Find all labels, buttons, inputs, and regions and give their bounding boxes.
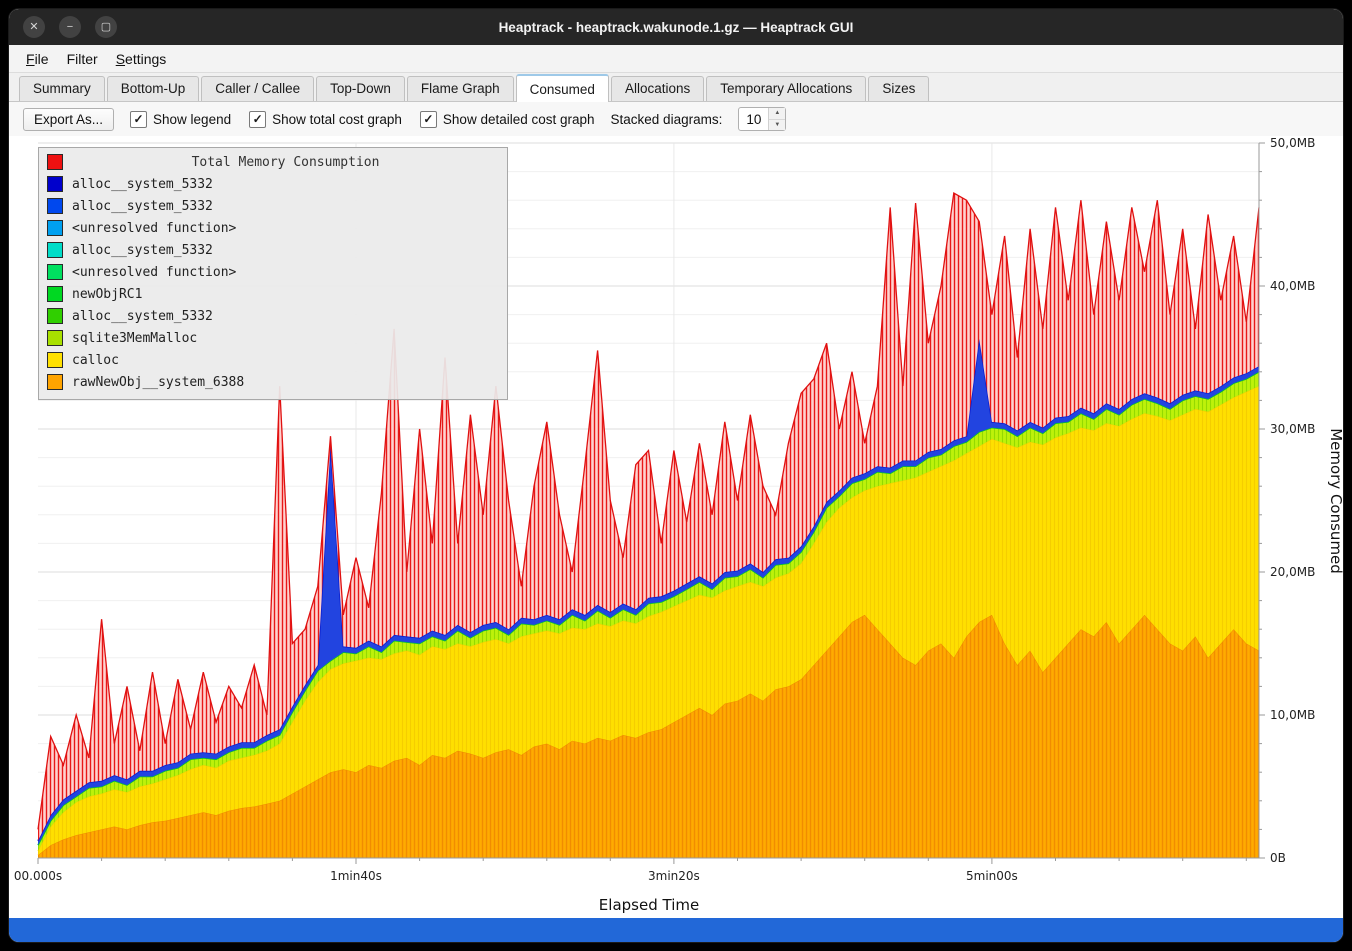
legend-swatch <box>47 176 63 192</box>
stacked-diagrams-spinbox[interactable]: 10 ▲ ▼ <box>738 107 786 131</box>
checkbox-label: Show total cost graph <box>272 112 402 127</box>
toolbar: Export As... ✓ Show legend ✓ Show total cos… <box>9 102 1343 136</box>
legend-item: calloc <box>47 349 499 371</box>
legend-label: alloc__system_5332 <box>72 177 213 192</box>
y-tick-label: 50,0MB <box>1270 136 1315 150</box>
export-as-button[interactable]: Export As... <box>23 108 114 131</box>
menu-file[interactable]: File <box>17 47 58 71</box>
legend-swatch <box>47 220 63 236</box>
checkbox-show-total-cost-graph[interactable]: ✓ Show total cost graph <box>249 111 402 128</box>
chart-legend: Total Memory Consumption alloc__system_5… <box>38 147 508 400</box>
window-controls: ✕ − ▢ <box>23 16 117 38</box>
legend-swatch <box>47 286 63 302</box>
checkmark-icon: ✓ <box>130 111 147 128</box>
checkbox-label: Show detailed cost graph <box>443 112 595 127</box>
legend-item: <unresolved function> <box>47 217 499 239</box>
tab-top-down[interactable]: Top-Down <box>316 76 405 101</box>
minimize-button[interactable]: − <box>59 16 81 38</box>
legend-label: alloc__system_5332 <box>72 243 213 258</box>
spin-up-button[interactable]: ▲ <box>769 108 785 120</box>
spin-down-button[interactable]: ▼ <box>769 120 785 131</box>
legend-label: calloc <box>72 353 119 368</box>
stacked-diagrams-label: Stacked diagrams: <box>611 112 723 127</box>
x-tick-label: 3min20s <box>648 869 700 883</box>
window-title: Heaptrack - heaptrack.wakunode.1.gz — He… <box>9 20 1343 35</box>
tab-caller-callee[interactable]: Caller / Callee <box>201 76 314 101</box>
legend-swatch-total <box>47 154 63 170</box>
maximize-icon: ▢ <box>101 21 111 33</box>
legend-item: alloc__system_5332 <box>47 173 499 195</box>
legend-item: newObjRC1 <box>47 283 499 305</box>
minimize-icon: − <box>67 21 73 33</box>
legend-label: <unresolved function> <box>72 265 236 280</box>
tab-consumed[interactable]: Consumed <box>516 74 609 102</box>
legend-label: alloc__system_5332 <box>72 199 213 214</box>
tab-temporary-allocations[interactable]: Temporary Allocations <box>706 76 866 101</box>
legend-items: alloc__system_5332 alloc__system_5332 <unr… <box>47 173 499 393</box>
legend-item: rawNewObj__system_6388 <box>47 371 499 393</box>
legend-title: Total Memory Consumption <box>72 155 499 170</box>
checkmark-icon: ✓ <box>249 111 266 128</box>
checkbox-show-legend[interactable]: ✓ Show legend <box>130 111 231 128</box>
checkbox-label: Show legend <box>153 112 231 127</box>
chart-area: 00.000s 1min40s 3min20s 5min00s 0B 10,0MB 20,0… <box>9 136 1343 918</box>
tab-flame-graph[interactable]: Flame Graph <box>407 76 514 101</box>
x-tick-label: 1min40s <box>330 869 382 883</box>
tab-summary[interactable]: Summary <box>19 76 105 101</box>
legend-label: newObjRC1 <box>72 287 142 302</box>
x-tick-label: 5min00s <box>966 869 1018 883</box>
legend-label: rawNewObj__system_6388 <box>72 375 244 390</box>
close-icon: ✕ <box>29 21 38 33</box>
legend-swatch <box>47 374 63 390</box>
legend-item: sqlite3MemMalloc <box>47 327 499 349</box>
y-tick-label: 30,0MB <box>1270 422 1315 436</box>
title-bar[interactable]: ✕ − ▢ Heaptrack - heaptrack.wakunode.1.gz … <box>9 9 1343 45</box>
menu-filter[interactable]: Filter <box>58 47 107 71</box>
legend-item: alloc__system_5332 <box>47 195 499 217</box>
menu-settings[interactable]: Settings <box>107 47 176 71</box>
y-tick-label: 40,0MB <box>1270 279 1315 293</box>
legend-label: alloc__system_5332 <box>72 309 213 324</box>
y-tick-label: 0B <box>1270 851 1286 865</box>
y-tick-label: 10,0MB <box>1270 708 1315 722</box>
bottom-strip <box>9 918 1343 942</box>
legend-item: alloc__system_5332 <box>47 239 499 261</box>
legend-swatch <box>47 242 63 258</box>
menu-bar: FileFilterSettings <box>9 45 1343 73</box>
tab-bottom-up[interactable]: Bottom-Up <box>107 76 200 101</box>
legend-swatch <box>47 330 63 346</box>
legend-swatch <box>47 308 63 324</box>
spinbox-value: 10 <box>739 112 768 127</box>
legend-swatch <box>47 264 63 280</box>
legend-item: <unresolved function> <box>47 261 499 283</box>
legend-swatch <box>47 198 63 214</box>
checkmark-icon: ✓ <box>420 111 437 128</box>
tab-sizes[interactable]: Sizes <box>868 76 929 101</box>
spinbox-arrows: ▲ ▼ <box>768 108 785 130</box>
y-tick-label: 20,0MB <box>1270 565 1315 579</box>
x-axis-title: Elapsed Time <box>599 896 699 914</box>
x-tick-label: 00.000s <box>14 869 62 883</box>
toolbar-checkboxes: ✓ Show legend ✓ Show total cost graph ✓ Show … <box>130 111 595 128</box>
y-axis-title: Memory Consumed <box>1327 428 1344 574</box>
tab-allocations[interactable]: Allocations <box>611 76 704 101</box>
checkbox-show-detailed-cost-graph[interactable]: ✓ Show detailed cost graph <box>420 111 595 128</box>
app-window: ✕ − ▢ Heaptrack - heaptrack.wakunode.1.gz … <box>8 8 1344 943</box>
legend-label: <unresolved function> <box>72 221 236 236</box>
legend-item: alloc__system_5332 <box>47 305 499 327</box>
legend-swatch <box>47 352 63 368</box>
legend-label: sqlite3MemMalloc <box>72 331 197 346</box>
legend-title-row: Total Memory Consumption <box>47 151 499 173</box>
maximize-button[interactable]: ▢ <box>95 16 117 38</box>
close-button[interactable]: ✕ <box>23 16 45 38</box>
tab-bar: SummaryBottom-UpCaller / CalleeTop-DownF… <box>9 73 1343 102</box>
